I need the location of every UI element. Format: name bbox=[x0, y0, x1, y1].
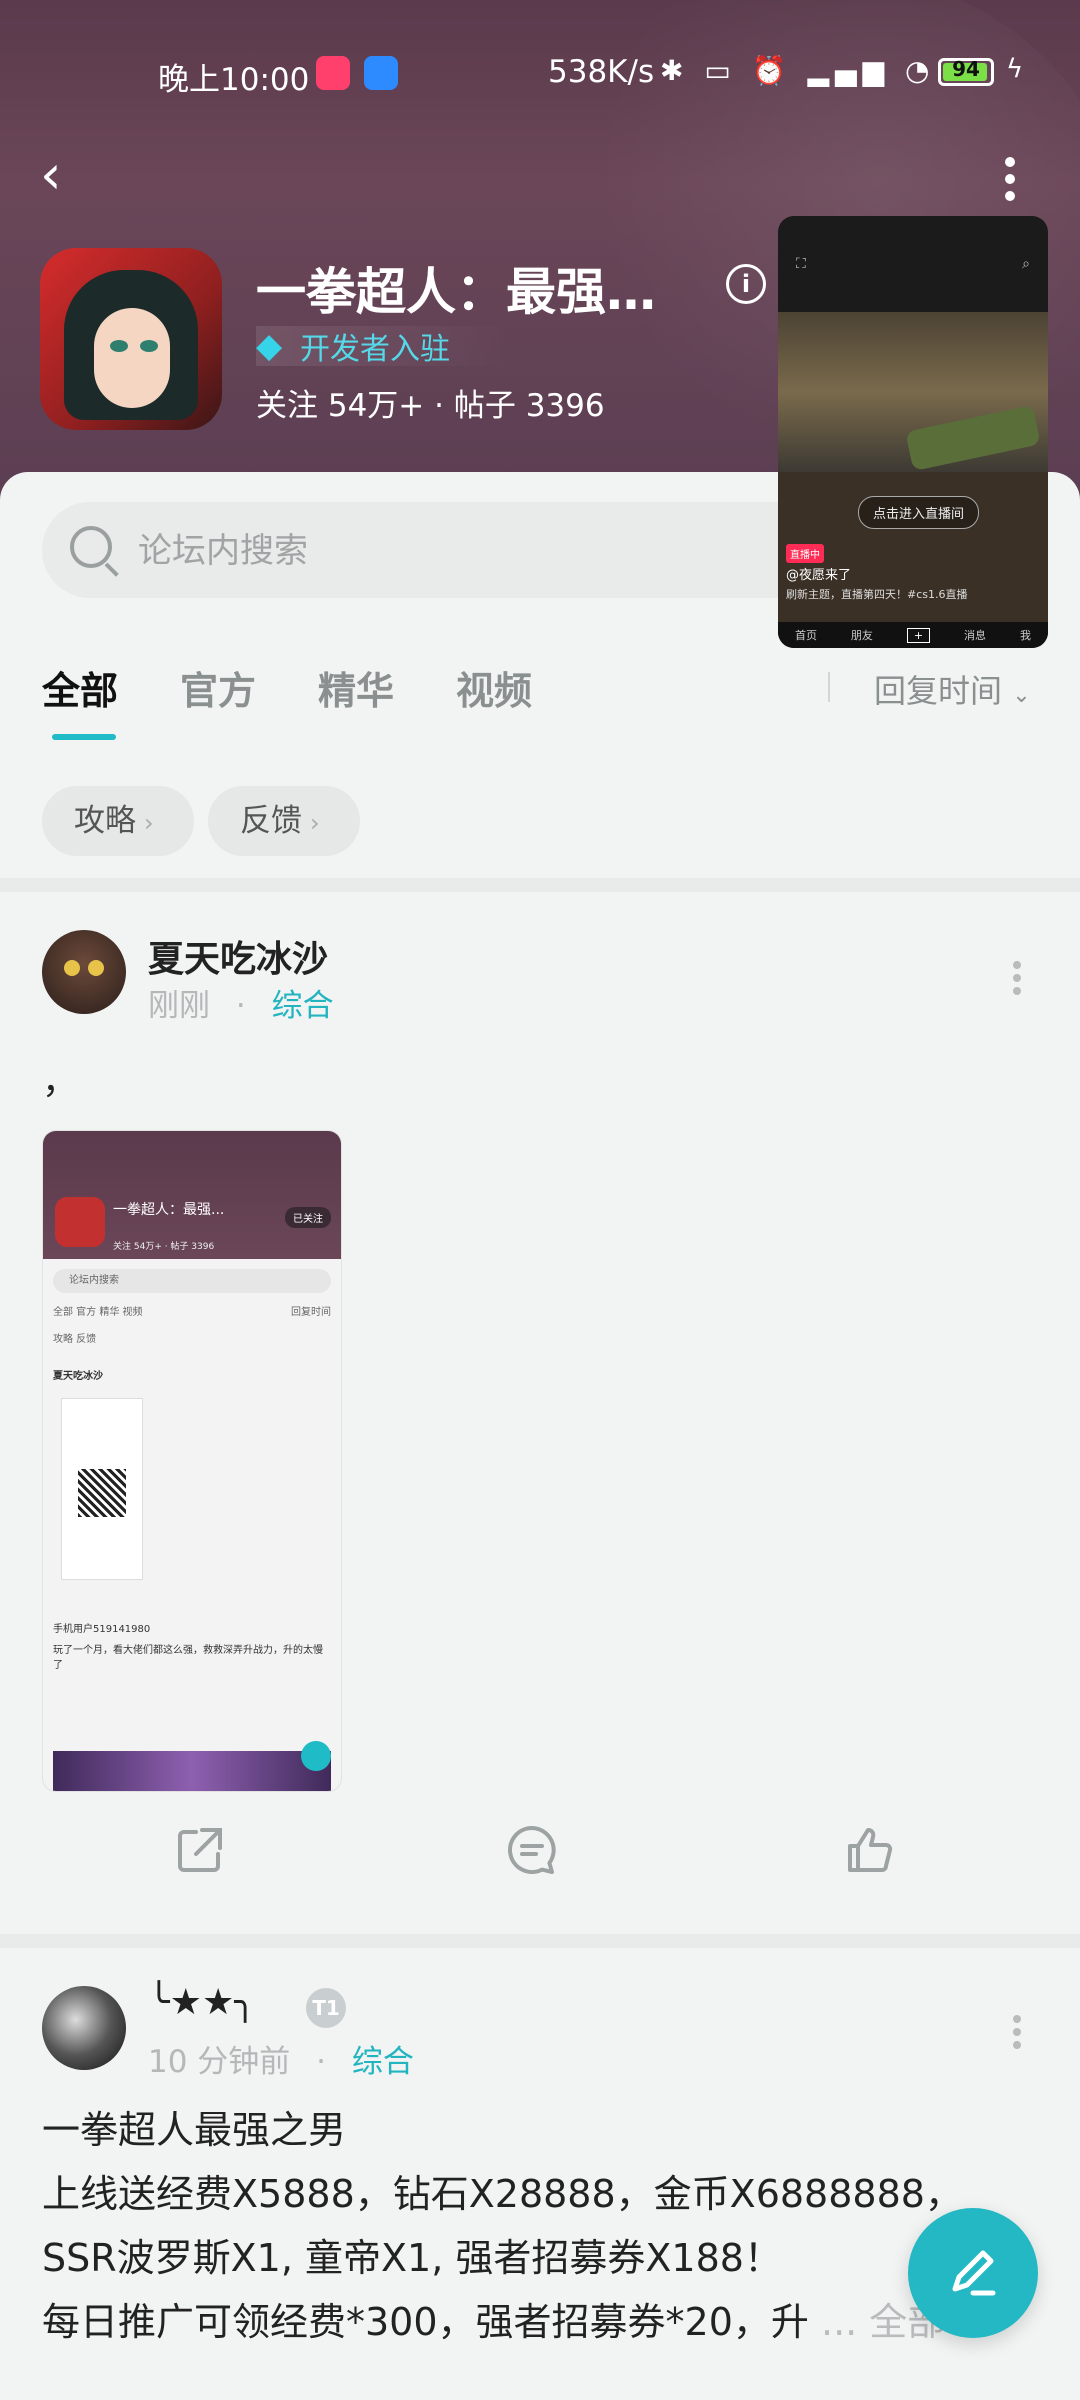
net-speed: 538K/s bbox=[548, 54, 655, 90]
chevron-right-icon: › bbox=[144, 809, 154, 837]
level-badge-icon: T1 bbox=[306, 1988, 346, 2028]
post-meta: 刚刚 · 综合 bbox=[148, 988, 334, 1024]
comment-button[interactable] bbox=[504, 1822, 560, 1878]
charging-icon: ϟ bbox=[1006, 54, 1024, 84]
back-button[interactable]: ‹ bbox=[40, 148, 80, 202]
status-time: 晚上10:00 bbox=[158, 62, 310, 98]
compose-post-button[interactable] bbox=[908, 2208, 1038, 2338]
enter-live-button[interactable]: 点击进入直播间 bbox=[858, 496, 980, 529]
diamond-icon: ◆ bbox=[256, 326, 283, 366]
post-username[interactable]: 夏天吃冰沙 bbox=[148, 930, 328, 982]
comment-icon bbox=[508, 1826, 556, 1874]
tab-bar: 全部 官方 精华 视频 bbox=[42, 660, 532, 740]
status-icons: ✱ ▭ ⏰ ▂▄▆ ◔ bbox=[660, 54, 936, 87]
tab-all[interactable]: 全部 bbox=[42, 660, 118, 740]
info-icon[interactable]: i bbox=[726, 264, 766, 304]
forum-title: 一拳超人：最强… bbox=[256, 263, 656, 321]
mini-video-frame bbox=[778, 312, 1048, 472]
tab-featured[interactable]: 精华 bbox=[318, 660, 394, 720]
tab-official[interactable]: 官方 bbox=[180, 660, 256, 720]
live-tag: 直播中 bbox=[786, 544, 824, 563]
post-more-button[interactable] bbox=[1012, 956, 1022, 1000]
app-notification-icon bbox=[364, 56, 398, 90]
search-input[interactable] bbox=[136, 522, 700, 580]
post-text: ， bbox=[42, 1061, 79, 1102]
more-options-button[interactable] bbox=[996, 150, 1024, 201]
thumbs-up-icon bbox=[848, 1828, 893, 1872]
mini-user: @夜愿来了 bbox=[786, 568, 852, 583]
status-bar: 晚上10:00 538K/s ✱ ▭ ⏰ ▂▄▆ ◔ 94 ϟ bbox=[0, 44, 1080, 104]
post-actions bbox=[0, 1822, 1080, 1902]
avatar[interactable] bbox=[42, 1986, 126, 2070]
chevron-right-icon: › bbox=[310, 809, 320, 837]
mini-nav: 首页 朋友 + 消息 我 bbox=[778, 622, 1048, 648]
post-image[interactable]: 一拳超人：最强... 关注 54万+ · 帖子 3396 已关注 论坛内搜索 全… bbox=[42, 1130, 342, 1792]
floating-video-window[interactable]: ⛶ 昆山 关注 推荐 ⌕ 点击进入直播间 直播中 @夜愿来了 刷新主题，直播第四… bbox=[778, 216, 1048, 648]
battery-level: 94 bbox=[952, 57, 980, 81]
tab-video[interactable]: 视频 bbox=[456, 660, 532, 720]
game-icon bbox=[40, 248, 222, 430]
share-button[interactable] bbox=[172, 1822, 228, 1878]
post-username[interactable]: ╰★★╮ bbox=[148, 1982, 256, 2023]
forum-stats: 关注 54万+ · 帖子 3396 bbox=[256, 388, 605, 424]
battery-icon: 94 bbox=[938, 57, 994, 86]
scan-icon[interactable]: ⛶ bbox=[796, 256, 806, 272]
divider bbox=[828, 672, 830, 702]
share-icon bbox=[178, 1828, 222, 1872]
section-divider bbox=[0, 878, 1080, 892]
section-divider bbox=[0, 1934, 1080, 1948]
post-text[interactable]: 一拳超人最强之男 上线送经费X5888，钻石X28888，金币X6888888，… bbox=[42, 2098, 1042, 2354]
category-tag[interactable]: 综合 bbox=[272, 988, 334, 1024]
search-icon bbox=[70, 526, 112, 568]
mini-search-icon[interactable]: ⌕ bbox=[1022, 256, 1030, 272]
category-tag[interactable]: 综合 bbox=[352, 2044, 414, 2080]
sort-dropdown[interactable]: 回复时间 ⌄ bbox=[874, 666, 1031, 712]
chip-guides[interactable]: 攻略 › bbox=[42, 786, 194, 856]
pen-icon bbox=[952, 2250, 996, 2296]
chevron-down-icon: ⌄ bbox=[1012, 683, 1031, 708]
avatar[interactable] bbox=[42, 930, 126, 1014]
like-button[interactable] bbox=[842, 1822, 898, 1878]
chip-feedback[interactable]: 反馈 › bbox=[208, 786, 360, 856]
developer-badge: ◆ 开发者入驻 bbox=[256, 326, 510, 367]
douyin-notification-icon bbox=[316, 56, 350, 90]
post-more-button[interactable] bbox=[1012, 2010, 1022, 2054]
post-meta: 10 分钟前 · 综合 bbox=[148, 2044, 414, 2080]
mini-desc: 刷新主题，直播第四天！#cs1.6直播 bbox=[786, 588, 968, 601]
